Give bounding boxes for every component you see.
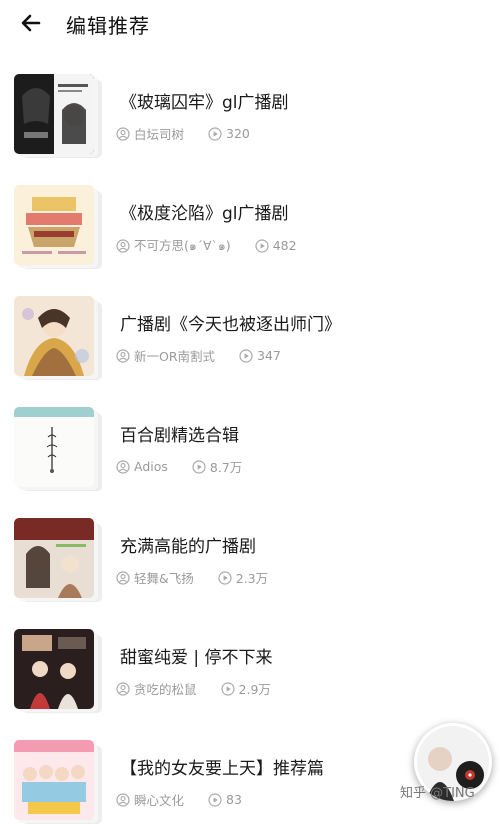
item-title: 甜蜜纯爱 | 停不下来 — [120, 648, 273, 668]
play-circle-icon — [208, 126, 222, 141]
cover-image — [14, 185, 94, 265]
item-title: 广播剧《今天也被逐出师门》 — [120, 315, 341, 335]
item-play-count: 83 — [226, 792, 242, 807]
list-item[interactable]: 《玻璃囚牢》gl广播剧 白坛司树 320 — [0, 68, 500, 158]
list-item[interactable]: 充满高能的广播剧 轻舞&飞扬 2.3万 — [0, 512, 500, 602]
item-author: 新一OR南割式 — [134, 349, 216, 364]
page-title: 编辑推荐 — [66, 14, 150, 38]
arrow-left-icon — [21, 14, 41, 32]
item-play-count: 347 — [257, 348, 281, 363]
item-meta: Adios 8.7万 — [116, 457, 266, 476]
item-title: 充满高能的广播剧 — [120, 537, 256, 557]
play-circle-icon — [218, 570, 232, 585]
item-title: 百合剧精选合辑 — [120, 426, 239, 446]
back-button[interactable] — [16, 8, 46, 38]
item-play-count: 482 — [272, 238, 297, 253]
play-circle-icon — [192, 459, 206, 474]
item-meta: 贪吃的松鼠 2.9万 — [116, 679, 295, 698]
play-circle-icon — [208, 792, 222, 807]
item-play-count: 320 — [226, 126, 250, 141]
item-author: 贪吃的松鼠 — [134, 682, 197, 697]
cover-image — [14, 407, 94, 487]
watermark: 知乎 @TING — [400, 786, 475, 801]
top-bar: 编辑推荐 — [0, 0, 500, 46]
item-meta: 不可方思(๑´∀`๑) 482 — [116, 235, 321, 256]
play-circle-icon — [220, 681, 235, 696]
cover-image — [14, 74, 94, 154]
item-author: 轻舞&飞扬 — [134, 571, 194, 586]
list-item[interactable]: 《极度沦陷》gl广播剧 不可方思(๑´∀`๑) 482 — [0, 179, 500, 269]
cover-image — [14, 629, 94, 709]
user-circle-icon — [116, 792, 130, 807]
item-meta: 白坛司树 320 — [116, 124, 274, 143]
user-circle-icon — [116, 348, 130, 363]
cover-image — [14, 296, 94, 376]
user-circle-icon — [116, 570, 130, 585]
user-circle-icon — [116, 126, 130, 141]
user-circle-icon — [116, 238, 130, 253]
item-author: 白坛司树 — [134, 127, 185, 142]
cover-image — [14, 740, 94, 820]
cover-image — [14, 518, 94, 598]
item-play-count: 2.9万 — [238, 682, 271, 697]
item-author: 瞬心文化 — [134, 793, 185, 808]
list-item[interactable]: 广播剧《今天也被逐出师门》 新一OR南割式 347 — [0, 290, 500, 380]
user-circle-icon — [116, 681, 130, 696]
item-author: 不可方思(๑´∀`๑) — [134, 238, 231, 253]
user-circle-icon — [116, 459, 130, 474]
play-circle-icon — [239, 348, 253, 363]
item-title: 【我的女友要上天】推荐篇 — [120, 759, 324, 779]
item-title: 《极度沦陷》gl广播剧 — [120, 204, 289, 224]
list-item[interactable]: 百合剧精选合辑 Adios 8.7万 — [0, 401, 500, 491]
item-play-count: 2.3万 — [235, 571, 269, 586]
item-title: 《玻璃囚牢》gl广播剧 — [120, 93, 289, 113]
play-circle-icon — [255, 238, 269, 253]
item-play-count: 8.7万 — [209, 460, 243, 475]
item-meta: 瞬心文化 83 — [116, 790, 266, 809]
item-meta: 新一OR南割式 347 — [116, 346, 305, 365]
item-author: Adios — [134, 459, 168, 474]
list-item[interactable]: 甜蜜纯爱 | 停不下来 贪吃的松鼠 2.9万 — [0, 623, 500, 713]
item-meta: 轻舞&飞扬 2.3万 — [116, 568, 292, 587]
